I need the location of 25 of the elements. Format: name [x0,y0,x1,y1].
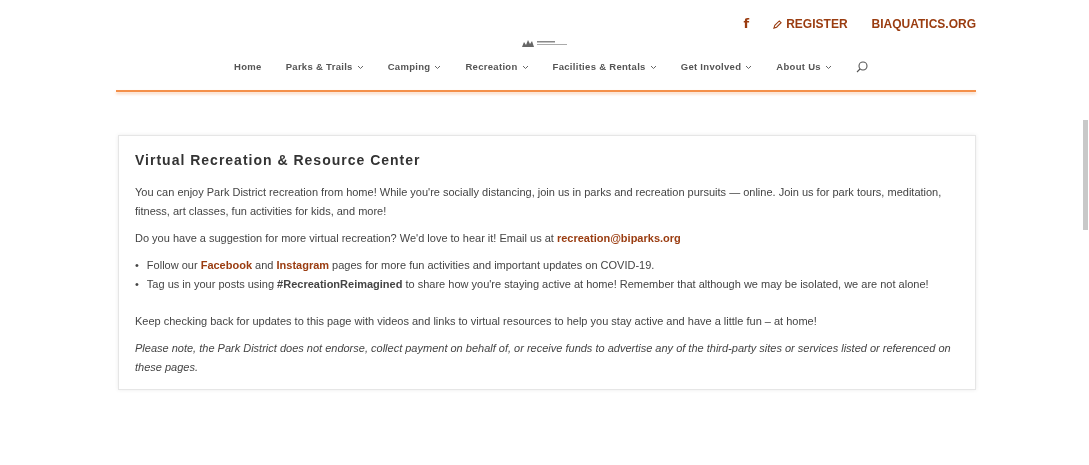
bullet-marker: • [135,277,139,292]
scrollbar-thumb[interactable] [1083,120,1088,230]
nav-link[interactable]: Parks & Trails [285,59,364,75]
paragraph: Do you have a suggestion for more virtual recreation? We'd love to hear it! Email us at recreation@biparks.org [135,231,682,246]
nav-link[interactable]: Get Involved [680,59,753,75]
disclaimer-note: Please note, the Park District does not endorse, collect payment on behalf of, or receive funds to advertise any of the third-party sites or services listed or referenced on these pages. [135,341,952,375]
paragraph: You can enjoy Park District recreation from home! While you're socially distancing, join us in parks and recreation pursuits — online. Join us for park tours, meditation, fitness, art classes, fun activities for kids, and more! [135,185,943,219]
nav-link[interactable]: About Us [776,59,832,75]
pencil-icon [773,19,783,29]
link[interactable]: Instagram [276,259,330,271]
bullet-item: Follow our Facebook and Instagram pages for more fun activities and important updates on COVID-19. [146,258,655,273]
search-icon[interactable] [855,61,868,73]
nav-link[interactable]: Recreation [465,59,529,75]
register-link[interactable]: REGISTER [773,15,848,33]
bullet-marker: • [135,258,139,273]
social-f-link[interactable]: f [743,14,750,34]
nav-link[interactable]: Facilities & Rentals [552,59,657,75]
nav-link[interactable]: Camping [387,59,442,75]
link[interactable]: Facebook [200,259,252,271]
bullet-item: Tag us in your posts using #RecreationReimagined to share how you're staying active at home! Remember that although we may be isolated, we are not alone! [146,277,929,292]
paragraph: Keep checking back for updates to this page with videos and links to virtual resources to help you stay active and have a little fun – at home! [135,314,818,329]
website-link[interactable]: BIAQUATICS.ORG [871,15,976,33]
card-title: Virtual Recreation & Resource Center [135,151,422,170]
link[interactable]: recreation@biparks.org [556,232,681,244]
nav-link[interactable]: Home [234,59,262,75]
